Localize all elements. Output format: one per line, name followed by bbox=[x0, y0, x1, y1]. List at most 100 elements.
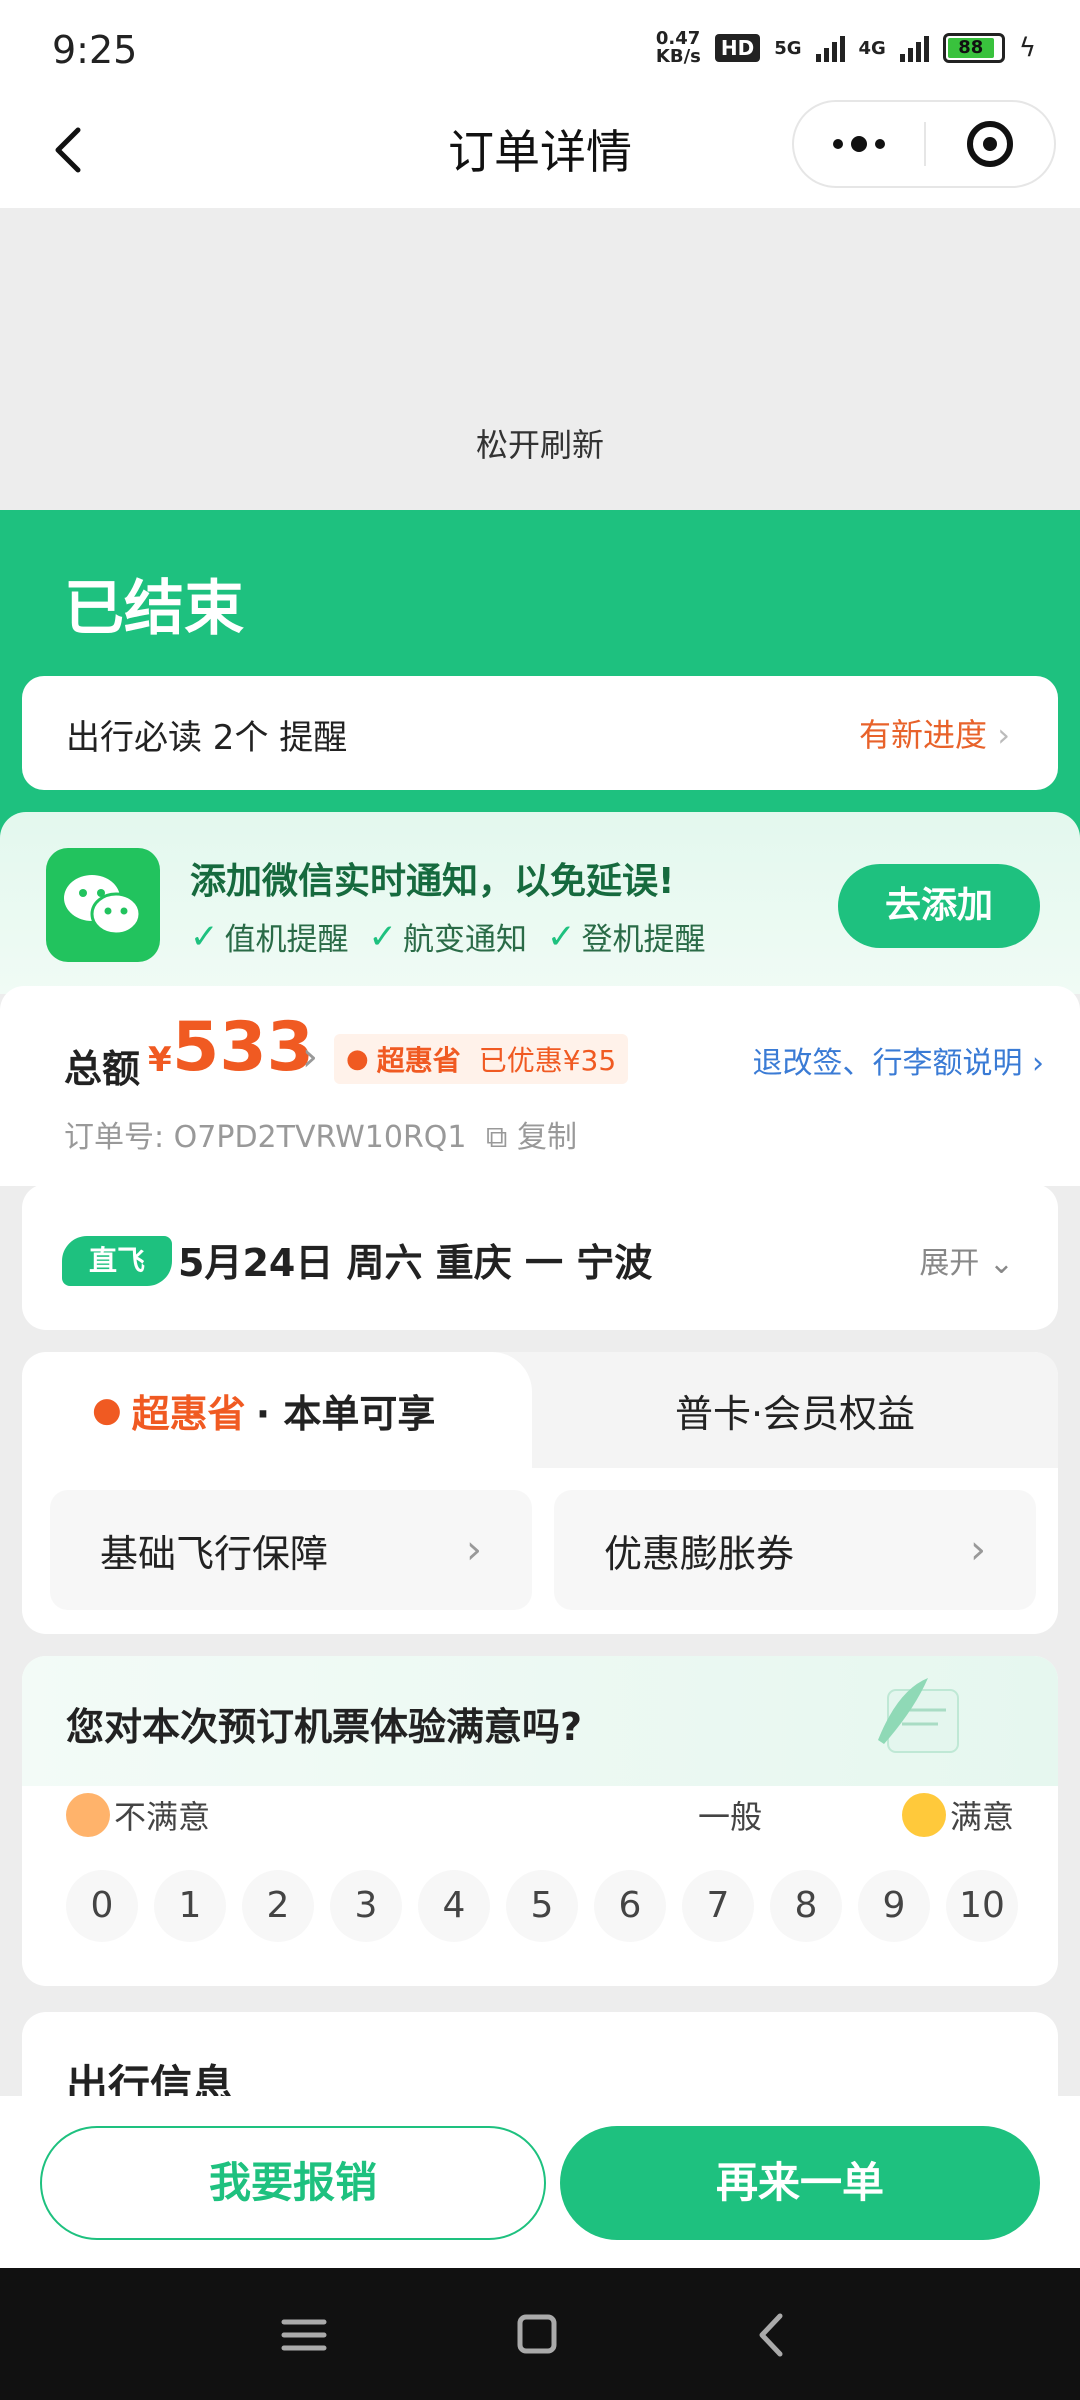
label-dissatisfied: 不满意 bbox=[66, 1792, 210, 1838]
score-1[interactable]: 1 bbox=[154, 1870, 226, 1942]
add-wechat-button[interactable]: 去添加 bbox=[838, 864, 1040, 948]
status-bar: 9:25 0.47 KB/s HD 5G 4G 88 ϟ bbox=[0, 0, 1080, 96]
battery-level: 88 bbox=[947, 38, 994, 58]
notice-progress-link[interactable]: 有新进度 › bbox=[859, 710, 1010, 756]
score-9[interactable]: 9 bbox=[858, 1870, 930, 1942]
refresh-hint: 松开刷新 bbox=[475, 426, 604, 464]
more-icon[interactable] bbox=[794, 102, 924, 186]
close-target-icon[interactable] bbox=[926, 102, 1054, 186]
heart-eyes-icon bbox=[901, 1793, 946, 1837]
score-5[interactable]: 5 bbox=[506, 1870, 578, 1942]
mini-program-capsule bbox=[792, 100, 1056, 188]
score-4[interactable]: 4 bbox=[418, 1870, 490, 1942]
satisfied-text: 满意 bbox=[949, 1798, 1014, 1836]
refund-baggage-text: 退改签、行李额说明 bbox=[752, 1046, 1023, 1081]
chevron-right-icon: › bbox=[1022, 1046, 1044, 1081]
dissatisfied-text: 不满意 bbox=[114, 1798, 211, 1836]
label-satisfied: 满意 bbox=[901, 1792, 1014, 1838]
travel-notice-card[interactable]: 出行必读 2个 提醒 有新进度 › bbox=[22, 676, 1058, 790]
tab-membership[interactable]: 普卡·会员权益 bbox=[532, 1352, 1058, 1468]
order-number-label: 订单号: bbox=[64, 1120, 165, 1155]
feature-flight-change: ✓ 航变通知 bbox=[369, 914, 528, 959]
sim1-label: 5G bbox=[774, 37, 802, 59]
expand-label: 展开 bbox=[919, 1246, 980, 1281]
check-icon: ✓ bbox=[368, 916, 398, 957]
sim2-label: 4G bbox=[858, 37, 886, 59]
score-6[interactable]: 6 bbox=[594, 1870, 666, 1942]
tab-super-save[interactable]: ● 超惠省 · 本单可享 bbox=[22, 1352, 532, 1468]
reimburse-button[interactable]: 我要报销 bbox=[40, 2126, 546, 2240]
flight-info: 5月24日 周六 重庆 一 宁波 bbox=[178, 1241, 653, 1285]
total-amount[interactable]: 533 bbox=[172, 1008, 314, 1087]
currency-symbol: ¥ bbox=[148, 1040, 172, 1080]
benefit-label: 基础飞行保障 bbox=[100, 1531, 329, 1576]
copy-label: 复制 bbox=[516, 1120, 577, 1155]
system-nav-bar bbox=[0, 2268, 1080, 2400]
wechat-logo-icon bbox=[46, 848, 160, 962]
order-status: 已结束 bbox=[64, 574, 244, 644]
sad-face-icon bbox=[66, 1793, 110, 1837]
copy-icon: ⧉ bbox=[486, 1120, 508, 1155]
discount-badge: ● 超惠省 已优惠¥35 bbox=[334, 1034, 629, 1084]
benefit-basic-protection[interactable]: 基础飞行保障 › bbox=[50, 1490, 532, 1610]
feather-scroll-icon bbox=[878, 1678, 959, 1753]
flight-summary-card[interactable]: 直飞 5月24日 周六 重庆 一 宁波 展开 ⌄ bbox=[22, 1184, 1058, 1330]
feature-label: 航变通知 bbox=[403, 922, 527, 958]
flame-icon: ● bbox=[346, 1044, 369, 1074]
hd-icon: HD bbox=[714, 34, 761, 62]
menu-icon[interactable] bbox=[274, 2310, 334, 2360]
tab-suffix: · 本单可享 bbox=[255, 1391, 436, 1436]
score-0[interactable]: 0 bbox=[66, 1870, 138, 1942]
order-total-section: 总额 ¥ 533 › ● 超惠省 已优惠¥35 退改签、行李额说明 › 订单号:… bbox=[0, 986, 1080, 1186]
back-icon[interactable] bbox=[40, 120, 100, 180]
benefit-coupon[interactable]: 优惠膨胀券 › bbox=[554, 1490, 1036, 1610]
net-speed: 0.47 KB/s bbox=[656, 30, 701, 66]
score-3[interactable]: 3 bbox=[330, 1870, 402, 1942]
status-icons: 0.47 KB/s HD 5G 4G 88 ϟ bbox=[656, 30, 1036, 66]
feature-label: 值机提醒 bbox=[224, 922, 349, 958]
discount-amount: 已优惠¥35 bbox=[478, 1044, 617, 1077]
score-7[interactable]: 7 bbox=[682, 1870, 754, 1942]
check-icon: ✓ bbox=[190, 916, 219, 957]
bottom-action-bar: 我要报销 再来一单 bbox=[0, 2096, 1080, 2268]
score-8[interactable]: 8 bbox=[770, 1870, 842, 1942]
wechat-notify-banner: 添加微信实时通知，以免延误! ✓ 值机提醒 ✓ 航变通知 ✓ 登机提醒 去添加 bbox=[0, 812, 1080, 994]
copy-button[interactable]: ⧉ 复制 bbox=[486, 1112, 577, 1156]
feature-label: 登机提醒 bbox=[581, 922, 706, 958]
refund-baggage-link[interactable]: 退改签、行李额说明 › bbox=[752, 1038, 1044, 1082]
signal-icon-2 bbox=[899, 34, 929, 62]
label-neutral: 一般 bbox=[698, 1798, 763, 1836]
check-icon: ✓ bbox=[547, 916, 576, 957]
clock: 9:25 bbox=[52, 28, 138, 72]
net-speed-unit: KB/s bbox=[655, 46, 701, 67]
score-2[interactable]: 2 bbox=[242, 1870, 314, 1942]
feature-boarding: ✓ 登机提醒 bbox=[547, 914, 706, 959]
wechat-banner-title: 添加微信实时通知，以免延误! bbox=[190, 861, 675, 902]
signal-icon bbox=[815, 34, 845, 62]
reorder-button[interactable]: 再来一单 bbox=[560, 2126, 1040, 2240]
total-label: 总额 bbox=[64, 1047, 141, 1091]
notice-progress-text: 有新进度 bbox=[859, 716, 988, 754]
wechat-features: ✓ 值机提醒 ✓ 航变通知 ✓ 登机提醒 bbox=[190, 914, 706, 959]
flame-icon: ● bbox=[92, 1390, 122, 1430]
back-nav-icon[interactable] bbox=[742, 2310, 802, 2360]
chevron-right-icon: › bbox=[466, 1527, 482, 1573]
pull-refresh-area: 松开刷新 bbox=[0, 208, 1080, 510]
chevron-right-icon[interactable]: › bbox=[302, 1034, 318, 1080]
score-10[interactable]: 10 bbox=[946, 1870, 1018, 1942]
benefit-label: 优惠膨胀券 bbox=[604, 1531, 795, 1576]
chevron-down-icon: ⌄ bbox=[988, 1246, 1014, 1281]
expand-button[interactable]: 展开 ⌄ bbox=[919, 1238, 1014, 1282]
battery-icon: 88 bbox=[942, 33, 1005, 63]
satisfaction-survey-card: 您对本次预订机票体验满意吗? 不满意 一般 满意 0 1 2 3 4 5 6 7… bbox=[22, 1656, 1058, 1986]
survey-question: 您对本次预订机票体验满意吗? bbox=[66, 1705, 583, 1749]
nav-bar: 订单详情 bbox=[0, 96, 1080, 208]
feature-checkin: ✓ 值机提醒 bbox=[190, 914, 349, 959]
charging-icon: ϟ bbox=[1018, 33, 1036, 63]
tab-brand: 超惠省 bbox=[131, 1391, 246, 1436]
score-options: 0 1 2 3 4 5 6 7 8 9 10 bbox=[66, 1870, 1018, 1942]
notice-label: 出行必读 2个 提醒 bbox=[66, 718, 348, 758]
order-number-value: O7PD2TVRW10RQ1 bbox=[173, 1120, 467, 1155]
chevron-right-icon: › bbox=[997, 716, 1010, 754]
home-icon[interactable] bbox=[506, 2310, 566, 2360]
